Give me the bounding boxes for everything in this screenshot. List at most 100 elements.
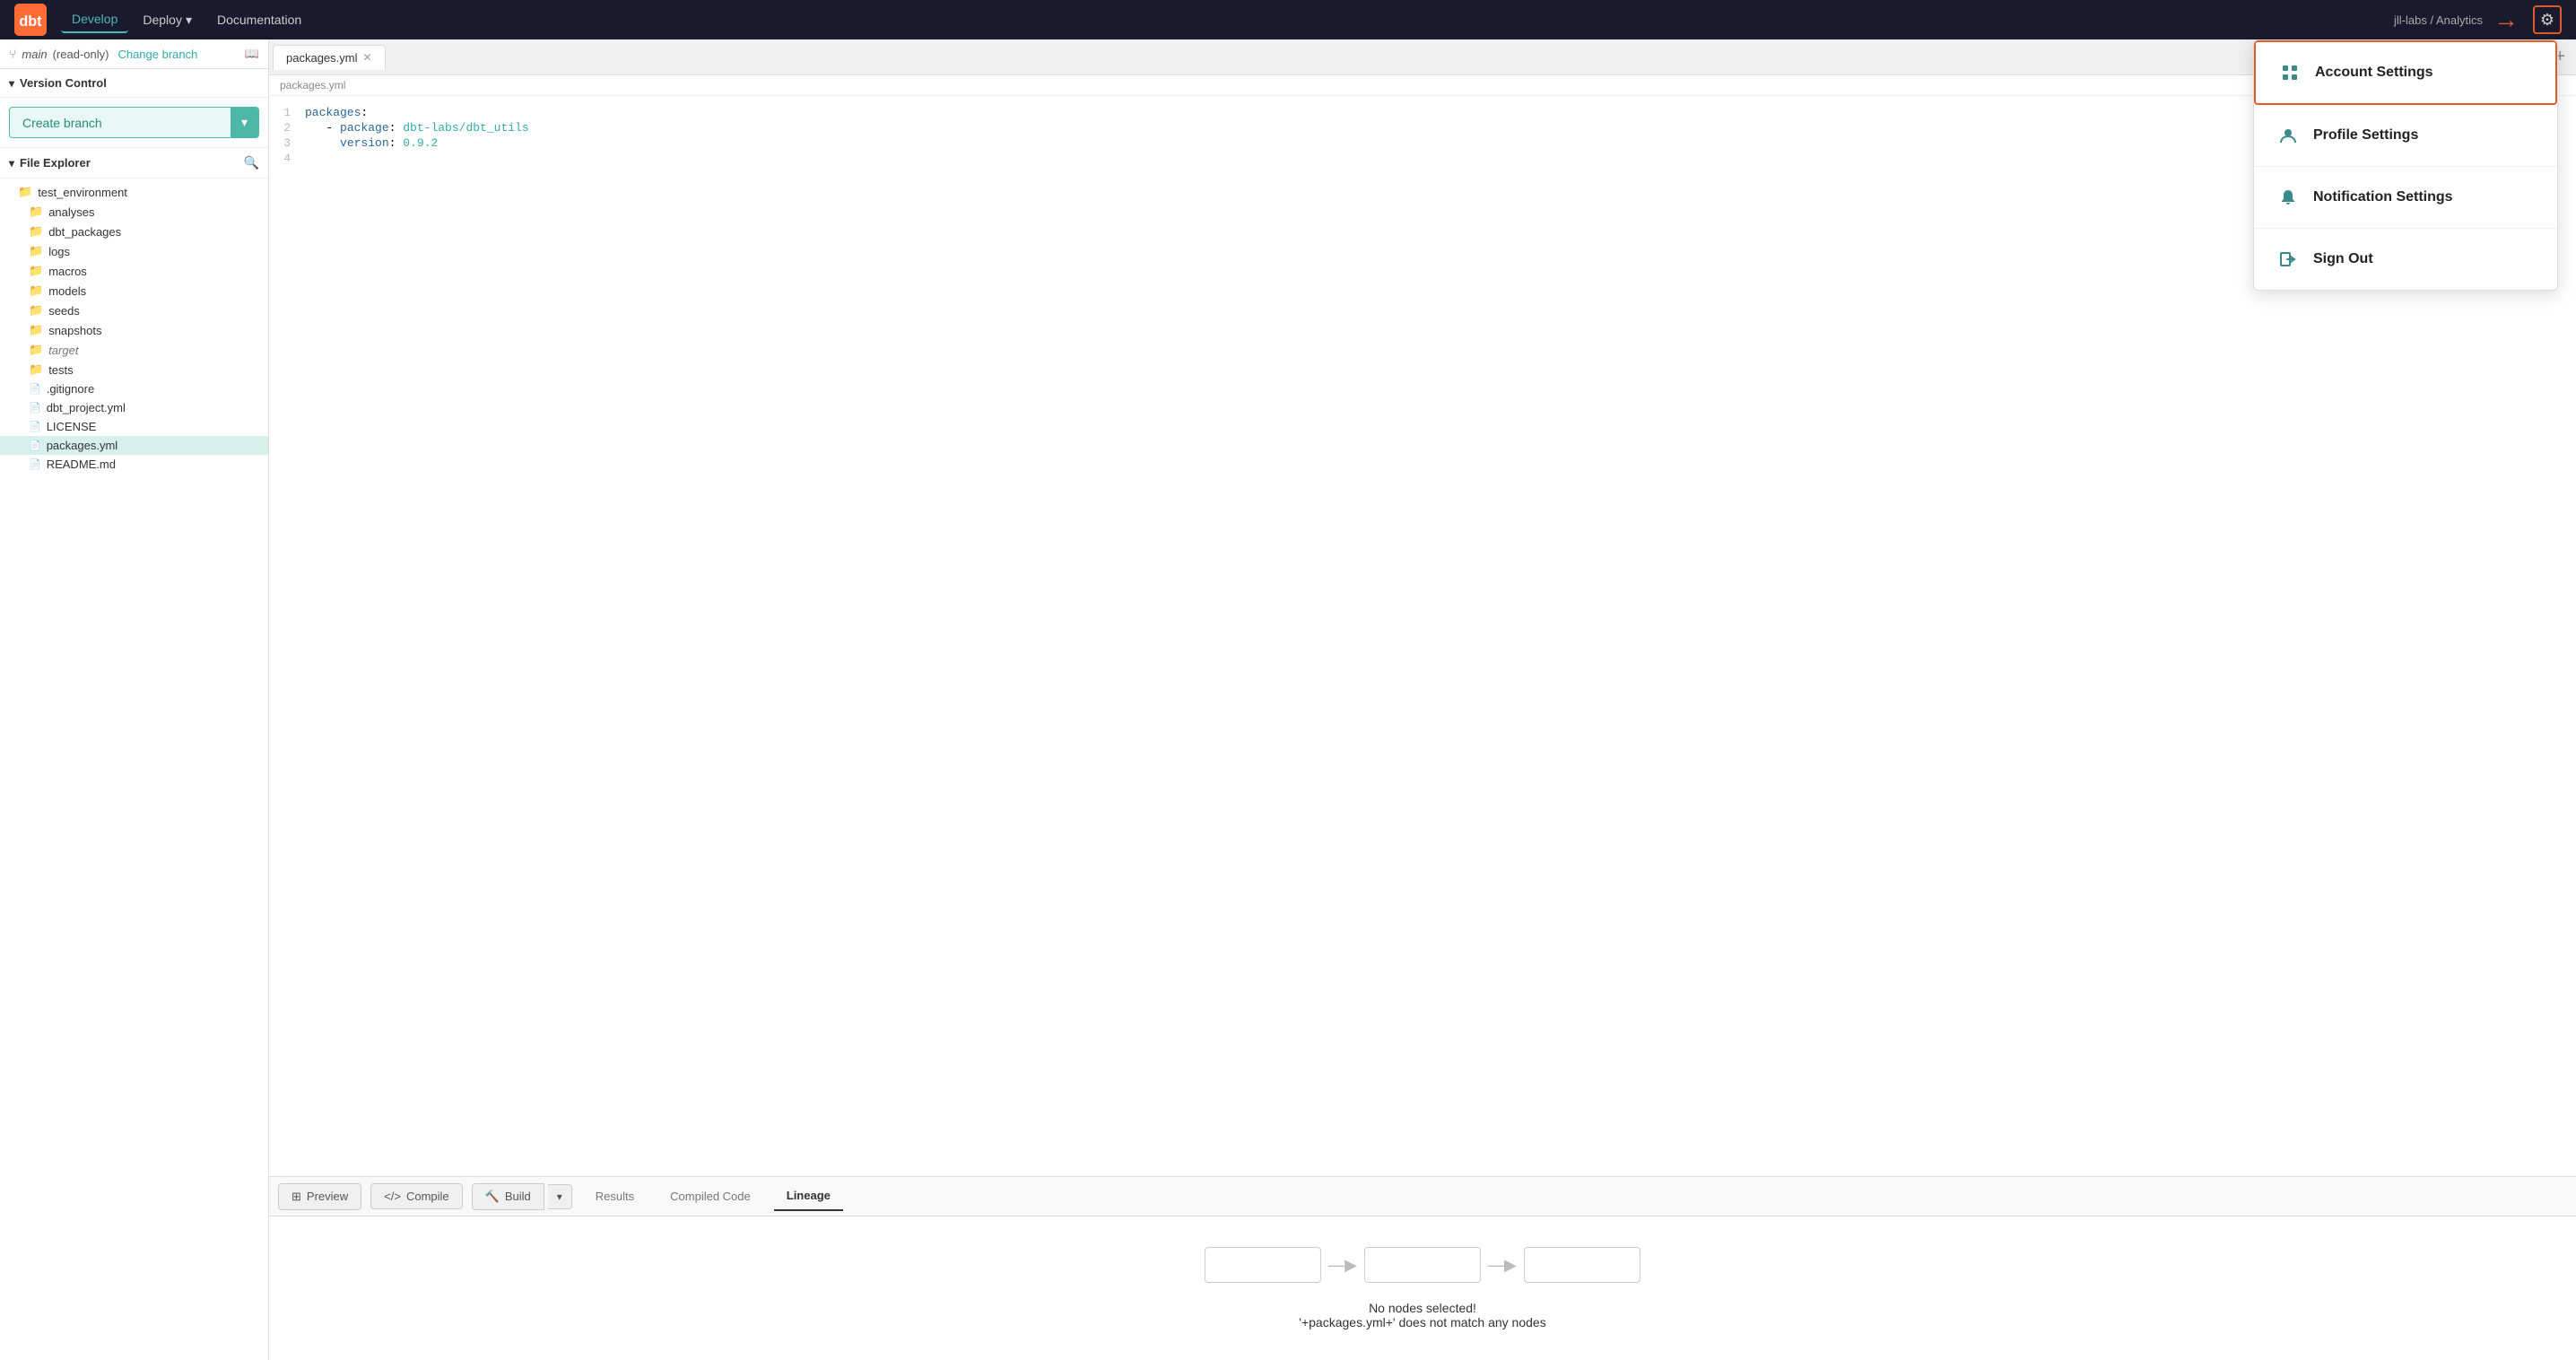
tab-lineage[interactable]: Lineage bbox=[774, 1181, 843, 1211]
file-tree-packages-yml[interactable]: 📄 packages.yml bbox=[0, 436, 268, 455]
preview-label: Preview bbox=[307, 1190, 348, 1203]
branch-icon: ⑂ bbox=[9, 47, 16, 61]
preview-button[interactable]: ⊞ Preview bbox=[278, 1183, 361, 1210]
tab-results[interactable]: Results bbox=[583, 1182, 647, 1210]
folder-icon: 📁 bbox=[29, 205, 43, 219]
list-item: target bbox=[48, 344, 78, 357]
lineage-no-nodes-message: No nodes selected! bbox=[1369, 1301, 1476, 1315]
line-number: 2 bbox=[269, 121, 305, 135]
file-icon: 📄 bbox=[29, 421, 41, 432]
file-tree-macros[interactable]: 📁 macros bbox=[0, 261, 268, 281]
list-item: analyses bbox=[48, 205, 94, 219]
file-tree-target[interactable]: 📁 target bbox=[0, 340, 268, 360]
editor-area: packages.yml ✕ + packages.yml 1 packages… bbox=[269, 39, 2576, 1360]
file-tree-root[interactable]: 📁 test_environment bbox=[0, 182, 268, 202]
version-control-label: Version Control bbox=[20, 76, 107, 90]
dropdown-profile-settings[interactable]: Profile Settings bbox=[2254, 105, 2557, 167]
create-branch-label: Create branch bbox=[10, 109, 231, 137]
file-tree-license[interactable]: 📄 LICENSE bbox=[0, 417, 268, 436]
deploy-chevron-icon: ▾ bbox=[186, 13, 192, 28]
file-tree-tests[interactable]: 📁 tests bbox=[0, 360, 268, 379]
lineage-arrow-1: —▶ bbox=[1328, 1256, 1357, 1275]
dropdown-account-settings[interactable]: Account Settings bbox=[2254, 40, 2557, 105]
gear-button[interactable]: ⚙ bbox=[2533, 5, 2562, 34]
editor-tab-packages-yml[interactable]: packages.yml ✕ bbox=[273, 45, 386, 70]
file-icon: 📄 bbox=[29, 402, 41, 414]
create-branch-button[interactable]: Create branch ▾ bbox=[9, 107, 259, 138]
nav-documentation[interactable]: Documentation bbox=[206, 7, 312, 32]
lineage-arrow-2: —▶ bbox=[1488, 1256, 1517, 1275]
branch-readonly: (read-only) bbox=[53, 48, 109, 61]
notification-settings-label: Notification Settings bbox=[2313, 189, 2453, 205]
file-tree-models[interactable]: 📁 models bbox=[0, 281, 268, 301]
profile-settings-label: Profile Settings bbox=[2313, 127, 2418, 144]
list-item: LICENSE bbox=[47, 420, 97, 433]
code-icon: </> bbox=[384, 1190, 401, 1203]
sign-out-label: Sign Out bbox=[2313, 251, 2373, 267]
sign-out-icon bbox=[2276, 247, 2301, 272]
tab-compiled-code[interactable]: Compiled Code bbox=[657, 1182, 763, 1210]
bell-icon bbox=[2276, 185, 2301, 210]
lineage-sub-message: '+packages.yml+' does not match any node… bbox=[1299, 1315, 1545, 1329]
branch-bar: ⑂ main (read-only) Change branch 📖 bbox=[0, 39, 268, 69]
folder-icon: 📁 bbox=[29, 303, 43, 318]
root-folder-label: test_environment bbox=[38, 186, 127, 199]
file-tree-logs[interactable]: 📁 logs bbox=[0, 241, 268, 261]
list-item: logs bbox=[48, 245, 70, 258]
branch-name: main bbox=[22, 48, 47, 61]
lineage-node-2 bbox=[1364, 1247, 1481, 1283]
list-item: macros bbox=[48, 265, 87, 278]
sidebar: ⑂ main (read-only) Change branch 📖 ▾ Ver… bbox=[0, 39, 269, 1360]
file-tree-dbt-project[interactable]: 📄 dbt_project.yml bbox=[0, 398, 268, 417]
root-folder-icon: 📁 bbox=[18, 185, 32, 199]
line-number: 1 bbox=[269, 106, 305, 119]
hammer-icon: 🔨 bbox=[485, 1190, 500, 1204]
compile-button[interactable]: </> Compile bbox=[370, 1183, 462, 1209]
folder-icon: 📁 bbox=[29, 323, 43, 337]
main-layout: ⑂ main (read-only) Change branch 📖 ▾ Ver… bbox=[0, 39, 2576, 1360]
tab-close-icon[interactable]: ✕ bbox=[362, 51, 371, 64]
file-tree-readme[interactable]: 📄 README.md bbox=[0, 455, 268, 474]
build-button[interactable]: 🔨 Build bbox=[472, 1183, 544, 1210]
search-icon[interactable]: 🔍 bbox=[244, 155, 259, 170]
file-tree-snapshots[interactable]: 📁 snapshots bbox=[0, 320, 268, 340]
file-tree-seeds[interactable]: 📁 seeds bbox=[0, 301, 268, 320]
nav-items: Develop Deploy ▾ Documentation bbox=[61, 6, 2394, 33]
dropdown-sign-out[interactable]: Sign Out bbox=[2254, 229, 2557, 290]
build-chevron-button[interactable]: ▾ bbox=[548, 1184, 572, 1209]
bottom-tab-bar: ⊞ Preview </> Compile 🔨 Build ▾ Results … bbox=[269, 1177, 2576, 1216]
folder-icon: 📁 bbox=[29, 362, 43, 377]
file-explorer-header[interactable]: ▾ File Explorer 🔍 bbox=[0, 147, 268, 179]
file-tree: 📁 test_environment 📁 analyses 📁 dbt_pack… bbox=[0, 179, 268, 1360]
code-line-1: 1 packages: bbox=[269, 105, 2576, 120]
folder-icon: 📁 bbox=[29, 264, 43, 278]
tab-bar: packages.yml ✕ + bbox=[269, 39, 2576, 75]
version-control-header[interactable]: ▾ Version Control bbox=[0, 69, 268, 98]
line-content: version: 0.9.2 bbox=[305, 136, 2576, 150]
breadcrumb: packages.yml bbox=[269, 75, 2576, 96]
file-icon: 📄 bbox=[29, 458, 41, 470]
bottom-panel: ⊞ Preview </> Compile 🔨 Build ▾ Results … bbox=[269, 1176, 2576, 1360]
settings-dropdown: Account Settings Profile Settings Notifi… bbox=[2253, 39, 2558, 291]
nav-deploy[interactable]: Deploy ▾ bbox=[132, 7, 203, 33]
file-tree-analyses[interactable]: 📁 analyses bbox=[0, 202, 268, 222]
folder-icon: 📁 bbox=[29, 343, 43, 357]
file-tree-dbt-packages[interactable]: 📁 dbt_packages bbox=[0, 222, 268, 241]
change-branch-link[interactable]: Change branch bbox=[117, 48, 197, 61]
lineage-node-3 bbox=[1524, 1247, 1640, 1283]
dropdown-notification-settings[interactable]: Notification Settings bbox=[2254, 167, 2557, 229]
account-settings-label: Account Settings bbox=[2315, 65, 2433, 81]
build-label: Build bbox=[505, 1190, 531, 1203]
list-item: packages.yml bbox=[47, 439, 117, 452]
line-number: 3 bbox=[269, 136, 305, 150]
code-editor[interactable]: 1 packages: 2 - package: dbt-labs/dbt_ut… bbox=[269, 96, 2576, 1176]
line-number: 4 bbox=[269, 152, 305, 165]
create-branch-chevron-icon[interactable]: ▾ bbox=[231, 108, 258, 137]
version-control-chevron: ▾ bbox=[9, 77, 14, 90]
svg-text:dbt: dbt bbox=[19, 13, 42, 30]
folder-icon: 📁 bbox=[29, 224, 43, 239]
file-tree-gitignore[interactable]: 📄 .gitignore bbox=[0, 379, 268, 398]
grid-icon bbox=[2277, 60, 2302, 85]
nav-develop[interactable]: Develop bbox=[61, 6, 128, 33]
folder-icon: 📁 bbox=[29, 283, 43, 298]
